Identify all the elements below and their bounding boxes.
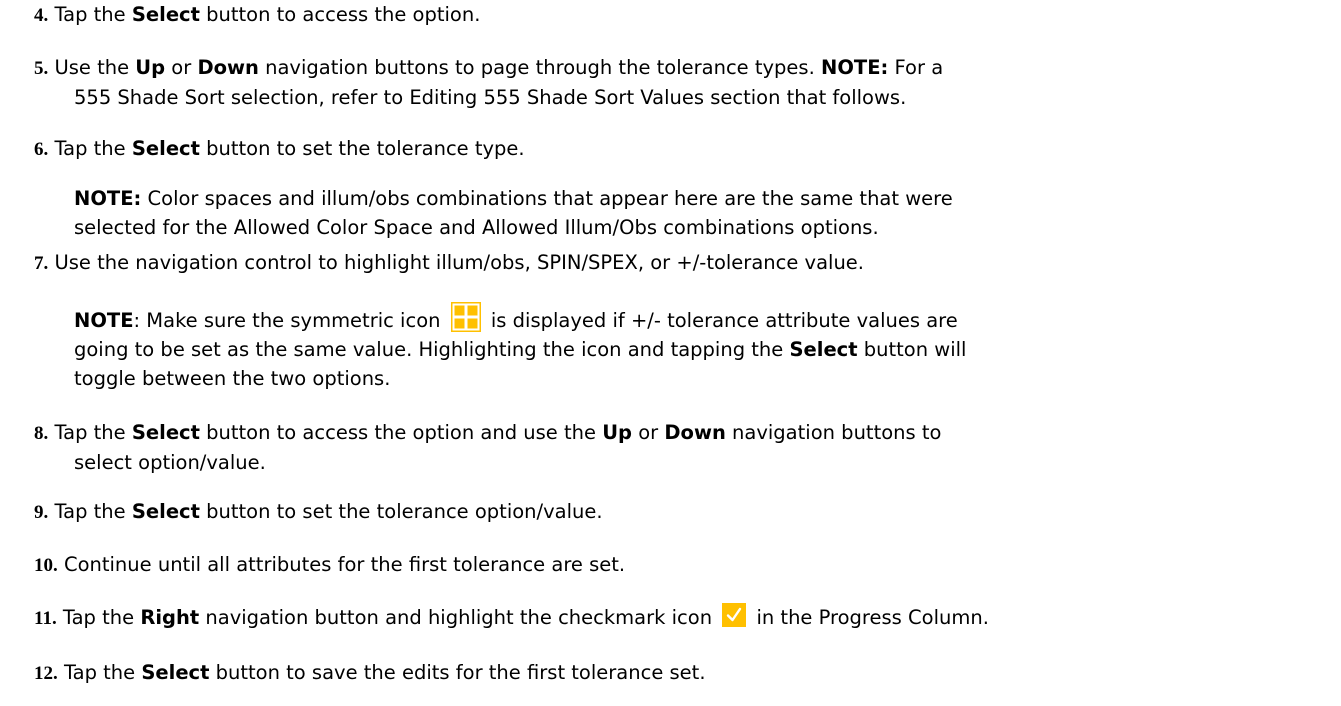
step-text: Tap the	[54, 421, 132, 444]
step-5: 5. Use the Up or Down navigation buttons…	[34, 53, 1334, 112]
checkmark-icon	[722, 603, 747, 627]
step-text: button to set the tolerance option/value…	[199, 500, 603, 523]
step-text: or	[165, 56, 198, 79]
note-label: NOTE	[74, 309, 134, 332]
select-button-term: Select	[131, 500, 200, 523]
note-text: button will	[857, 338, 967, 361]
step-text: button to set the tolerance type.	[199, 137, 525, 160]
up-button-term: Up	[602, 421, 632, 444]
step-text: Tap the	[54, 500, 132, 523]
step-8: 8. Tap the Select button to access the o…	[34, 418, 1334, 477]
note-text: is displayed if +/- tolerance attribute …	[484, 309, 958, 332]
step-4: 4. Tap the Select button to access the o…	[34, 0, 1334, 30]
step-text: Use the navigation control to highlight …	[54, 251, 865, 274]
step-text: navigation buttons to	[725, 421, 942, 444]
step-text: button to access the option and use the	[199, 421, 603, 444]
step-text: Continue until all attributes for the fi…	[63, 553, 626, 576]
note-step-6: NOTE: Color spaces and illum/obs combina…	[74, 184, 1334, 242]
note-text-line-3: toggle between the two options.	[74, 367, 391, 390]
step-text: For a	[888, 56, 944, 79]
step-7: 7. Use the navigation control to highlig…	[34, 248, 1334, 278]
step-text-line-2: 555 Shade Sort selection, refer to Editi…	[74, 86, 907, 109]
step-number: 8.	[34, 423, 49, 444]
step-number: 4.	[34, 5, 49, 26]
step-text: Tap the	[63, 661, 142, 684]
step-6: 6. Tap the Select button to set the tole…	[34, 134, 1334, 164]
step-11: 11. Tap the Right navigation button and …	[34, 603, 1334, 633]
down-button-term: Down	[664, 421, 726, 444]
select-button-term: Select	[131, 421, 200, 444]
step-number: 12.	[34, 663, 58, 684]
symmetric-grid-icon	[450, 302, 481, 332]
step-number: 9.	[34, 502, 49, 523]
step-number: 11.	[34, 608, 57, 629]
note-text-line-2: selected for the Allowed Color Space and…	[74, 216, 879, 239]
step-text-line-2: select option/value.	[74, 451, 266, 474]
step-12: 12. Tap the Select button to save the ed…	[34, 658, 1334, 688]
down-button-term: Down	[197, 56, 259, 79]
note-step-7: NOTE: Make sure the symmetric icon is di…	[74, 302, 1334, 393]
step-text: or	[632, 421, 665, 444]
step-text: button to save the edits for the first t…	[209, 661, 706, 684]
step-text: button to access the option.	[199, 3, 481, 26]
select-button-term: Select	[141, 661, 210, 684]
step-text: Use the	[54, 56, 136, 79]
step-text: navigation button and highlight the chec…	[199, 606, 719, 629]
select-button-term: Select	[131, 3, 200, 26]
note-label: NOTE:	[74, 187, 142, 210]
step-text: Tap the	[54, 3, 132, 26]
note-text: Color spaces and illum/obs combinations …	[141, 187, 953, 210]
step-text: Tap the	[62, 606, 141, 629]
step-9: 9. Tap the Select button to set the tole…	[34, 497, 1334, 527]
note-text: : Make sure the symmetric icon	[133, 309, 447, 332]
note-text: going to be set as the same value. Highl…	[74, 338, 790, 361]
step-10: 10. Continue until all attributes for th…	[34, 550, 1334, 580]
step-number: 7.	[34, 253, 49, 274]
step-text: in the Progress Column.	[750, 606, 989, 629]
select-button-term: Select	[131, 137, 200, 160]
note-label: NOTE:	[821, 56, 889, 79]
right-button-term: Right	[140, 606, 200, 629]
up-button-term: Up	[135, 56, 166, 79]
step-number: 5.	[34, 58, 49, 79]
step-text: Tap the	[54, 137, 132, 160]
step-text: navigation buttons to page through the t…	[258, 56, 821, 79]
select-button-term: Select	[789, 338, 858, 361]
step-number: 10.	[34, 555, 58, 576]
step-number: 6.	[34, 139, 49, 160]
